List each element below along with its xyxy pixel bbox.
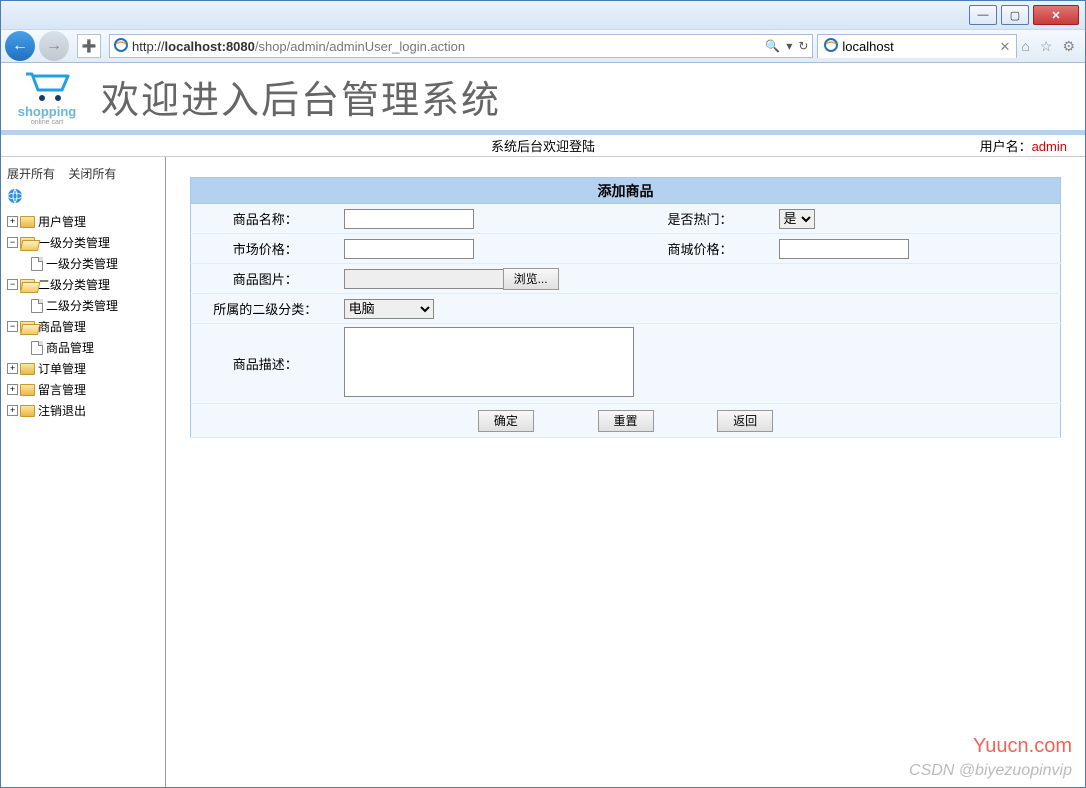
expand-all-link[interactable]: 展开所有 [7,167,55,181]
tab-title: localhost [842,39,893,54]
forward-button[interactable]: → [39,31,69,61]
image-label: 商品图片： [191,264,340,294]
tree-label[interactable]: 注销退出 [38,404,86,418]
tree-label[interactable]: 订单管理 [38,362,86,376]
main-content: 添加商品 商品名称： 是否热门： 是 市场价格： 商城价格： 商品图 [166,157,1085,787]
dropdown-icon[interactable]: ▾ [786,39,792,53]
folder-icon [20,237,35,249]
tree-toggle-icon[interactable]: + [7,216,18,227]
back-button[interactable]: ← [5,31,35,61]
search-icon[interactable]: 🔍 [765,39,780,53]
page-title: 欢迎进入后台管理系统 [101,69,501,124]
tree-item[interactable]: + 用户管理 [7,211,159,232]
close-button[interactable]: ✕ [1033,5,1079,25]
browser-navbar: ← → ➕ http://localhost:8080/shop/admin/a… [1,29,1085,63]
settings-icon[interactable]: ⚙ [1062,38,1075,55]
maximize-button[interactable]: ▢ [1001,5,1029,25]
browser-tab[interactable]: localhost ✕ [817,34,1017,58]
page-icon [31,341,43,355]
tree-label[interactable]: 二级分类管理 [46,299,118,313]
folder-icon [20,384,35,396]
name-input[interactable] [344,209,474,229]
welcome-text: 系统后台欢迎登陆 [491,136,595,155]
tree-label[interactable]: 一级分类管理 [46,257,118,271]
ie-icon [114,38,128,55]
tree-item[interactable]: 二级分类管理 [7,295,159,316]
root-icon [7,186,159,209]
folder-icon [20,279,35,291]
home-icon[interactable]: ⌂ [1021,38,1029,55]
hot-label: 是否热门： [625,204,774,234]
tree-item[interactable]: + 注销退出 [7,400,159,421]
tree-toggle-icon[interactable]: + [7,363,18,374]
address-bar[interactable]: http://localhost:8080/shop/admin/adminUs… [109,34,813,58]
ie-icon [824,38,838,55]
tree-item[interactable]: 一级分类管理 [7,253,159,274]
tree-label[interactable]: 商品管理 [46,341,94,355]
tree-item[interactable]: 商品管理 [7,337,159,358]
logo: shopping online cart [13,68,81,126]
folder-icon [20,363,35,375]
mall-price-label: 商城价格： [625,234,774,264]
market-price-input[interactable] [344,239,474,259]
page-icon [31,257,43,271]
logo-subtext: online cart [31,119,63,126]
tree-label[interactable]: 一级分类管理 [38,236,110,250]
tree-item[interactable]: + 订单管理 [7,358,159,379]
tree-label[interactable]: 二级分类管理 [38,278,110,292]
product-form: 添加商品 商品名称： 是否热门： 是 市场价格： 商城价格： 商品图 [190,177,1061,438]
form-title: 添加商品 [191,178,1061,204]
favorites-icon[interactable]: ☆ [1040,38,1053,55]
tree-item[interactable]: − 二级分类管理 [7,274,159,295]
tree-item[interactable]: − 商品管理 [7,316,159,337]
minimize-button[interactable]: — [969,5,997,25]
back-button[interactable]: 返回 [717,410,773,432]
tree-item[interactable]: + 留言管理 [7,379,159,400]
hot-select[interactable]: 是 [779,209,815,229]
collapse-all-link[interactable]: 关闭所有 [68,167,116,181]
tree-toggle-icon[interactable]: − [7,279,18,290]
user-info: 用户名：admin [980,136,1085,155]
submit-button[interactable]: 确定 [478,410,534,432]
tree-toggle-icon[interactable]: + [7,384,18,395]
tree-label[interactable]: 用户管理 [38,215,86,229]
window-titlebar: — ▢ ✕ [1,1,1085,29]
url-text: http://localhost:8080/shop/admin/adminUs… [132,39,761,54]
page-header: shopping online cart 欢迎进入后台管理系统 [1,63,1085,135]
desc-label: 商品描述： [191,324,340,404]
compat-view-button[interactable]: ➕ [77,34,101,58]
tree-label[interactable]: 留言管理 [38,383,86,397]
sub-header: 系统后台欢迎登陆 用户名：admin [1,135,1085,157]
reset-button[interactable]: 重置 [598,410,654,432]
tree-toggle-icon[interactable]: − [7,321,18,332]
tree-toggle-icon[interactable]: − [7,237,18,248]
folder-icon [20,405,35,417]
market-price-label: 市场价格： [191,234,340,264]
name-label: 商品名称： [191,204,340,234]
browse-button[interactable]: 浏览... [503,268,559,290]
tree-item[interactable]: − 一级分类管理 [7,232,159,253]
logo-text: shopping [18,104,77,119]
page-icon [31,299,43,313]
tree-label[interactable]: 商品管理 [38,320,86,334]
category-select[interactable]: 电脑 [344,299,434,319]
cart-icon [22,68,72,104]
category-label: 所属的二级分类： [191,294,340,324]
sidebar: 展开所有 关闭所有 +用户管理−一级分类管理一级分类管理−二级分类管理二级分类管… [1,157,166,787]
desc-textarea[interactable] [344,327,634,397]
image-path-input[interactable] [344,269,504,289]
folder-icon [20,216,35,228]
folder-icon [20,321,35,333]
refresh-icon[interactable]: ↻ [798,39,808,53]
tree-toggle-icon[interactable]: + [7,405,18,416]
tab-close-icon[interactable]: ✕ [1000,39,1011,55]
mall-price-input[interactable] [779,239,909,259]
